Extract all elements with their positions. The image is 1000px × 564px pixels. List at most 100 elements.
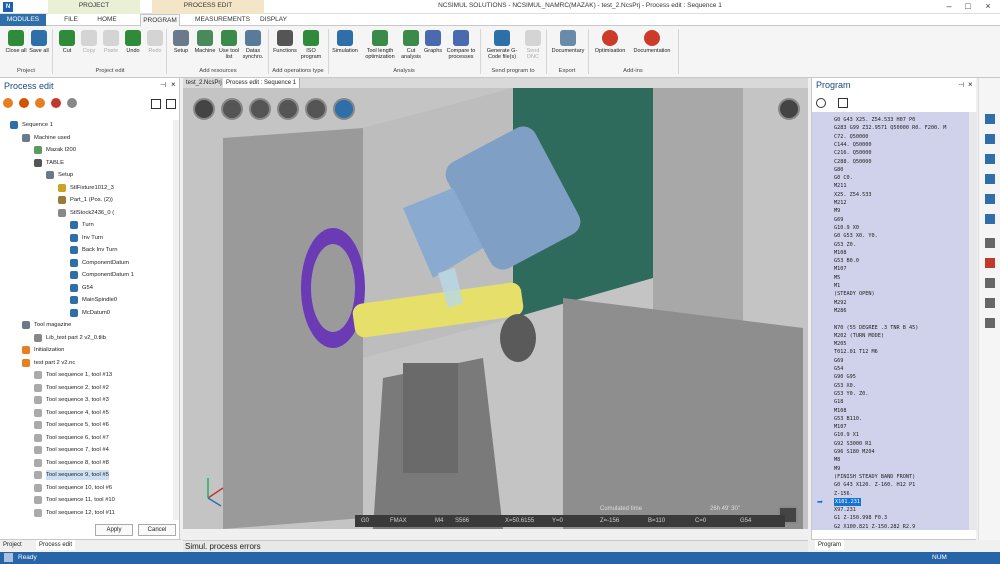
tab-project-file[interactable]: test_2.NcsPrj <box>183 78 226 88</box>
clock-icon[interactable] <box>816 98 826 108</box>
remove-icon[interactable] <box>51 98 61 108</box>
view-list-icon[interactable] <box>151 99 161 109</box>
close-icon[interactable]: × <box>982 2 994 12</box>
search-icon[interactable] <box>985 278 995 288</box>
tree-node[interactable]: Tool sequence 1, tool #13 <box>46 370 112 380</box>
close-panel-icon[interactable]: × <box>171 80 176 89</box>
program-line[interactable]: G2 X100.821 Z-150.282 R2.9 <box>834 523 915 530</box>
program-line[interactable]: Z-156. <box>834 490 853 499</box>
program-line[interactable]: G69 <box>834 357 843 366</box>
tab-measurements[interactable]: MEASUREMENTS <box>195 14 250 26</box>
camera-icon[interactable] <box>778 98 800 120</box>
program-line[interactable]: G0 G53 X0. Y0. <box>834 232 878 241</box>
code-scrollbar[interactable] <box>969 112 977 530</box>
tree-node[interactable]: StlStock2436_0 ( <box>70 208 114 218</box>
program-line[interactable]: G53 B0.0 <box>834 257 859 266</box>
tree-node[interactable]: Tool sequence 5, tool #6 <box>46 420 109 430</box>
optimisation-button[interactable]: Optimisation <box>592 29 628 69</box>
documentary-button[interactable]: Documentary <box>550 29 586 69</box>
program-line[interactable]: G0 C0. <box>834 174 853 183</box>
program-line[interactable]: X97.231 <box>834 506 856 515</box>
tree-node[interactable]: StlFixture1012_3 <box>70 183 114 193</box>
tree-node[interactable]: Tool magazine <box>34 320 71 330</box>
current-program-line[interactable]: X101.231 <box>834 497 861 507</box>
program-line[interactable]: G96 S180 M204 <box>834 448 875 457</box>
program-line[interactable]: G18 <box>834 398 843 407</box>
display-mode-icon[interactable] <box>221 98 243 120</box>
pin-icon[interactable]: ⊣ <box>160 81 166 89</box>
tree-node[interactable]: G54 <box>82 283 93 293</box>
program-line[interactable]: M9 <box>834 465 840 474</box>
program-line[interactable]: C288. Q50000 <box>834 158 871 167</box>
generate-gcode-button[interactable]: Generate G-Code file(s) <box>484 29 520 69</box>
save-all-button[interactable]: Save all <box>26 29 52 69</box>
tree-node[interactable]: ComponentDatum <box>82 258 129 268</box>
tab-process-edit[interactable]: Process edit <box>36 540 76 550</box>
tree-node[interactable]: Initialization <box>34 345 64 355</box>
tab-program-bottom[interactable]: Program <box>815 540 845 550</box>
apply-button[interactable]: Apply <box>95 524 133 536</box>
program-line[interactable]: G10.9 X0 <box>834 224 859 233</box>
program-line[interactable]: G54 <box>834 365 843 374</box>
view-cube-icon[interactable] <box>193 98 215 120</box>
program-line[interactable]: G53 Y0. Z0. <box>834 390 868 399</box>
section-icon[interactable] <box>305 98 327 120</box>
tab-modules[interactable]: MODULES <box>0 14 46 26</box>
program-line[interactable]: G10.9 X1 <box>834 431 859 440</box>
program-line[interactable]: N70 (55 DEGREE .3 TNR B 45) <box>834 324 918 333</box>
program-line[interactable]: C144. Q50000 <box>834 141 871 150</box>
send-dnc-button[interactable]: Send DNC <box>520 29 546 69</box>
zoom-icon[interactable] <box>277 98 299 120</box>
tree-node[interactable]: Tool sequence 6, tool #7 <box>46 433 109 443</box>
tree-node[interactable]: Tool sequence 4, tool #5 <box>46 408 109 418</box>
program-line[interactable]: G1 Z-150.998 F0.3 <box>834 514 887 523</box>
options-icon[interactable] <box>67 98 77 108</box>
rewind-icon[interactable] <box>985 134 995 144</box>
program-line[interactable]: G53 X0. <box>834 382 856 391</box>
program-line[interactable]: G92 S3000 R1 <box>834 440 871 449</box>
program-line[interactable]: M205 <box>834 340 847 349</box>
tree-node[interactable]: Tool sequence 12, tool #11 <box>46 508 115 518</box>
program-line[interactable]: M292 <box>834 299 847 308</box>
tree-node[interactable]: Back Inv Turn <box>82 245 117 255</box>
tree-node[interactable]: Sequence 1 <box>22 120 53 130</box>
breakpoint-icon[interactable] <box>985 258 995 268</box>
program-line[interactable]: M202 (TURN MODE) <box>834 332 884 341</box>
program-code[interactable]: G0 G43 X25. Z54.533 H07 P0 G283 G99 Z32.9… <box>812 112 977 530</box>
fast-forward-icon[interactable] <box>985 194 995 204</box>
program-line[interactable]: M107 <box>834 423 847 432</box>
program-line[interactable]: C72. Q50000 <box>834 133 868 142</box>
program-line[interactable]: M107 <box>834 265 847 274</box>
program-line[interactable]: M108 <box>834 407 847 416</box>
program-line[interactable]: G0 G43 X25. Z54.533 H07 P0 <box>834 116 915 125</box>
program-line[interactable]: X25. Z54.533 <box>834 191 871 200</box>
program-line[interactable]: (FINISH STEADY BAND FRONT) <box>834 473 915 482</box>
cancel-button[interactable]: Cancel <box>138 524 176 536</box>
compare-to-processes-button[interactable]: Compare to processes <box>444 29 478 69</box>
program-line[interactable]: G90 G95 <box>834 373 856 382</box>
tree-node[interactable]: ComponentDatum 1 <box>82 270 134 280</box>
tree-scrollbar[interactable] <box>173 120 179 520</box>
simulation-button[interactable]: Simulation <box>332 29 358 69</box>
program-line[interactable]: G0 G43 X120. Z-160. H12 P1 <box>834 481 915 490</box>
tree-node[interactable]: Mazak I200 <box>46 145 76 155</box>
use-tool-list-button[interactable]: Use tool list <box>216 29 242 69</box>
machine-button[interactable]: Machine <box>192 29 218 69</box>
maximize-icon[interactable]: □ <box>962 2 974 12</box>
iso-program-button[interactable]: ISO program <box>298 29 324 69</box>
tree-node[interactable]: Lib_test part 2 v2_0.tlib <box>46 333 106 343</box>
step-forward-icon[interactable] <box>985 214 995 224</box>
next-icon[interactable] <box>985 174 995 184</box>
close-program-icon[interactable]: × <box>968 80 973 89</box>
tab-program[interactable]: PROGRAM <box>140 14 180 26</box>
tree-node[interactable]: McDatum0 <box>82 308 110 318</box>
tab-project[interactable]: Project <box>3 540 22 550</box>
tree-node[interactable]: Tool sequence 11, tool #10 <box>46 495 115 505</box>
datas-synchro-button[interactable]: Datas synchro. <box>240 29 266 69</box>
tab-home[interactable]: HOME <box>95 14 119 26</box>
graphs-button[interactable]: Graphs <box>420 29 446 69</box>
tree-node[interactable]: MainSpindle0 <box>82 295 117 305</box>
program-line[interactable]: (STEADY OPEN) <box>834 290 875 299</box>
program-line[interactable]: G53 Z0. <box>834 241 856 250</box>
tree-node[interactable]: Tool sequence 9, tool #5 <box>46 470 109 480</box>
